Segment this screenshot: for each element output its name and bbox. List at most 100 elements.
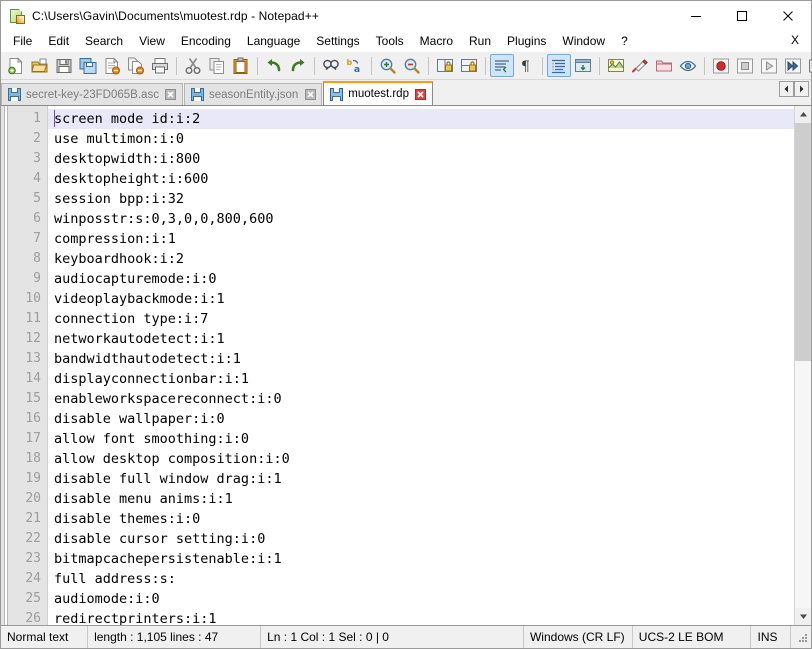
word-wrap-icon[interactable] [490, 54, 514, 77]
menu-item-macro[interactable]: Macro [412, 32, 461, 51]
tab-close-icon[interactable] [165, 89, 177, 101]
code-line: audiomode:i:0 [54, 591, 160, 607]
tab-secret-key-asc[interactable]: secret-key-23FD065B.asc [1, 83, 183, 105]
save-all-icon[interactable] [76, 54, 100, 77]
code-line: desktopheight:i:600 [54, 171, 209, 187]
scrollbar-thumb[interactable] [795, 123, 811, 361]
minimize-button[interactable] [673, 1, 719, 31]
maximize-button[interactable] [719, 1, 765, 31]
run-macro-multiple-times-icon[interactable] [781, 54, 805, 77]
find-icon[interactable] [319, 54, 343, 77]
save-icon[interactable] [52, 54, 76, 77]
menu-item-file[interactable]: File [5, 32, 40, 51]
window-controls [673, 1, 811, 31]
line-number: 4 [33, 171, 41, 186]
code-line: disable full window drag:i:1 [54, 471, 282, 487]
tab-muotest-rdp[interactable]: muotest.rdp [323, 81, 433, 105]
code-line: disable cursor setting:i:0 [54, 531, 266, 547]
menu-item-language[interactable]: Language [239, 32, 308, 51]
line-number: 1 [33, 111, 41, 126]
menu-item-help[interactable]: ? [613, 32, 636, 51]
monitoring-icon[interactable] [676, 54, 700, 77]
line-number: 10 [25, 291, 41, 306]
line-number: 16 [25, 411, 41, 426]
scroll-tabs-right-button[interactable] [794, 81, 809, 97]
file-icon [190, 88, 204, 101]
show-all-characters-icon[interactable]: ¶ [514, 54, 538, 77]
cut-icon[interactable] [181, 54, 205, 77]
play-macro-icon[interactable] [757, 54, 781, 77]
scroll-tabs-left-button[interactable] [779, 81, 794, 97]
zoom-out-icon[interactable] [400, 54, 424, 77]
menu-item-plugins[interactable]: Plugins [499, 32, 554, 51]
resize-grip[interactable] [791, 626, 811, 648]
vertical-scrollbar[interactable] [794, 106, 811, 625]
status-encoding: UCS-2 LE BOM [633, 626, 752, 648]
close-document-button[interactable]: X [787, 33, 803, 47]
tab-close-icon[interactable] [415, 88, 427, 100]
status-insert-mode: INS [751, 626, 792, 648]
menu-item-edit[interactable]: Edit [40, 32, 77, 51]
line-number: 23 [25, 551, 41, 566]
line-number: 25 [25, 591, 41, 606]
paste-icon[interactable] [229, 54, 253, 77]
tab-close-icon[interactable] [304, 89, 316, 101]
code-line: connection type:i:7 [54, 311, 209, 327]
scroll-down-button[interactable] [795, 608, 811, 625]
scrollbar-track[interactable] [795, 123, 811, 608]
menu-item-settings[interactable]: Settings [308, 32, 367, 51]
tab-season-entity-json[interactable]: seasonEntity.json [183, 83, 323, 105]
zoom-in-icon[interactable] [376, 54, 400, 77]
copy-icon[interactable] [205, 54, 229, 77]
line-number: 21 [25, 511, 41, 526]
line-number: 2 [33, 131, 41, 146]
toolbar-separator [485, 56, 486, 75]
close-all-files-icon[interactable] [124, 54, 148, 77]
close-file-icon[interactable] [100, 54, 124, 77]
code-line: screen mode id:i:2 [48, 109, 794, 129]
menu-item-encoding[interactable]: Encoding [173, 32, 239, 51]
user-defined-dialogue-icon[interactable] [571, 54, 595, 77]
sync-vertical-scroll-icon[interactable] [433, 54, 457, 77]
code-line: full address:s: [54, 571, 176, 587]
editor-area: 1 2 3 4 5 6 7 8 9 10 11 12 13 14 15 16 1… [1, 106, 811, 626]
menu-item-tools[interactable]: Tools [368, 32, 412, 51]
file-icon [8, 88, 21, 101]
code-line: compression:i:1 [54, 231, 176, 247]
print-icon[interactable] [148, 54, 172, 77]
line-number: 22 [25, 531, 41, 546]
code-line: keyboardhook:i:2 [54, 251, 185, 267]
undo-icon[interactable] [262, 54, 286, 77]
toolbar-separator [371, 56, 372, 75]
code-line: winposstr:s:0,3,0,0,800,600 [54, 211, 274, 227]
new-file-icon[interactable] [4, 54, 28, 77]
toolbar-separator [704, 56, 705, 75]
menu-item-run[interactable]: Run [461, 32, 499, 51]
code-line: bitmapcachepersistenable:i:1 [54, 551, 282, 567]
sync-horizontal-scroll-icon[interactable] [457, 54, 481, 77]
line-number: 8 [33, 251, 41, 266]
menu-item-window[interactable]: Window [554, 32, 613, 51]
save-current-macro-icon[interactable] [805, 54, 812, 77]
line-number: 13 [25, 351, 41, 366]
line-number: 26 [25, 611, 41, 626]
document-map-icon[interactable] [604, 54, 628, 77]
record-macro-icon[interactable] [709, 54, 733, 77]
menu-item-search[interactable]: Search [77, 32, 131, 51]
line-number: 9 [33, 271, 41, 286]
code-line: videoplaybackmode:i:1 [54, 291, 225, 307]
replace-icon[interactable]: b a [343, 54, 367, 77]
folder-as-workspace-icon[interactable] [652, 54, 676, 77]
open-file-icon[interactable] [28, 54, 52, 77]
text-caret [54, 110, 55, 127]
line-number: 19 [25, 471, 41, 486]
scroll-up-button[interactable] [795, 106, 811, 123]
indent-guideline-icon[interactable] [547, 54, 571, 77]
close-button[interactable] [765, 1, 811, 31]
stop-recording-macro-icon[interactable] [733, 54, 757, 77]
window-title: C:\Users\Gavin\Documents\muotest.rdp - N… [32, 9, 319, 23]
code-text-area[interactable]: screen mode id:i:2 use multimon:i:0 desk… [48, 106, 794, 625]
redo-icon[interactable] [286, 54, 310, 77]
menu-item-view[interactable]: View [131, 32, 173, 51]
function-list-icon[interactable] [628, 54, 652, 77]
